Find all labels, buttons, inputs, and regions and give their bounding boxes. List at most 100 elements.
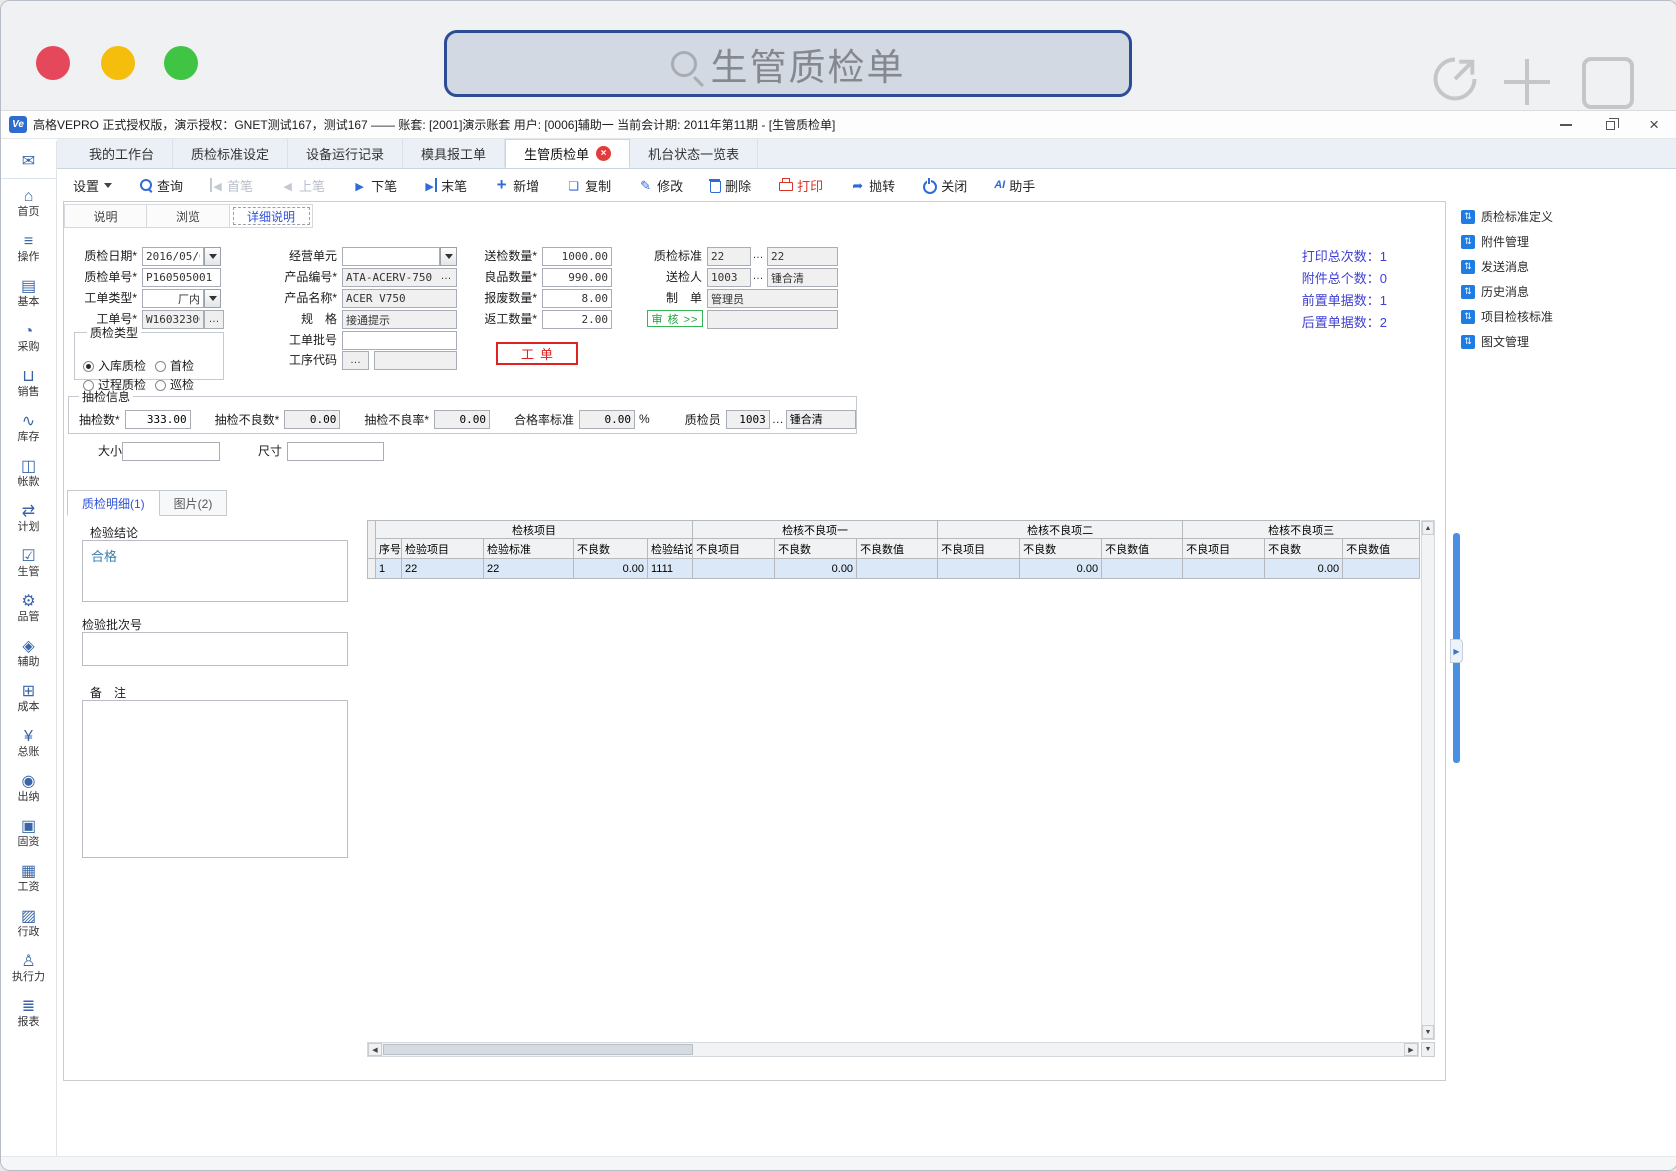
size-input[interactable] xyxy=(122,442,220,461)
tab-production-qc-form[interactable]: 生管质检单 xyxy=(505,139,630,168)
sidebar-item[interactable]: ◫ 帐款 xyxy=(1,451,56,496)
column-header[interactable]: 序号 xyxy=(376,539,402,559)
good-qty-input[interactable] xyxy=(542,268,612,287)
pass-std-input[interactable] xyxy=(579,410,635,429)
subtab-browse[interactable]: 浏览 xyxy=(147,204,230,228)
inspect-no-input[interactable] xyxy=(142,268,221,287)
cell-defect1-item[interactable] xyxy=(693,559,775,579)
sample-bad-input[interactable] xyxy=(284,410,340,429)
sidebar-item[interactable]: ⇄ 计划 xyxy=(1,496,56,541)
tab-equipment-run-record[interactable]: 设备运行记录 xyxy=(288,139,403,168)
qc-standard-lookup-icon[interactable]: … xyxy=(750,247,766,266)
qc-standard-name-input[interactable] xyxy=(767,247,838,266)
conclusion-box[interactable]: 合格 xyxy=(82,540,348,602)
column-header[interactable]: 不良项目 xyxy=(938,539,1020,559)
column-header[interactable]: 检验结论 xyxy=(648,539,693,559)
sidebar-item[interactable]: ▦ 工资 xyxy=(1,856,56,901)
close-icon[interactable]: × xyxy=(1649,118,1659,132)
tab-qc-standard-setting[interactable]: 质检标准设定 xyxy=(173,139,288,168)
subtab-detail[interactable]: 详细说明 xyxy=(230,204,313,228)
quick-link[interactable]: ⇅ 图文管理 xyxy=(1461,332,1553,351)
sidebar-item[interactable]: ⊔ 销售 xyxy=(1,361,56,406)
remark-box[interactable] xyxy=(82,700,348,858)
cell-defect-count[interactable]: 0.00 xyxy=(574,559,648,579)
business-unit-input[interactable] xyxy=(342,247,440,266)
column-header[interactable]: 不良数值 xyxy=(857,539,938,559)
sidebar-item[interactable]: ☑ 生管 xyxy=(1,541,56,586)
product-no-lookup-icon[interactable]: … xyxy=(438,268,454,287)
cell-defect3-count[interactable]: 0.00 xyxy=(1265,559,1343,579)
spec-input[interactable] xyxy=(342,310,457,329)
last-record-button[interactable]: 末笔 xyxy=(424,176,467,195)
scroll-right-icon[interactable]: ▶ xyxy=(1404,1043,1418,1056)
sender-name-input[interactable] xyxy=(767,268,838,287)
cell-defect1-count[interactable]: 0.00 xyxy=(775,559,857,579)
restore-icon[interactable] xyxy=(1606,121,1615,130)
cell-defect3-item[interactable] xyxy=(1183,559,1265,579)
inspect-date-input[interactable] xyxy=(142,247,204,266)
sender-code-input[interactable] xyxy=(707,268,751,287)
business-unit-dropdown-icon[interactable] xyxy=(440,247,457,266)
minimize-traffic-light[interactable] xyxy=(101,46,135,80)
qc-standard-code-input[interactable] xyxy=(707,247,751,266)
column-header[interactable]: 检验项目 xyxy=(402,539,484,559)
column-header[interactable]: 不良数 xyxy=(574,539,648,559)
sender-lookup-icon[interactable]: … xyxy=(750,268,766,287)
share-icon[interactable] xyxy=(1429,53,1481,105)
process-code-input[interactable] xyxy=(374,351,457,370)
sidebar-item[interactable]: ∿ 库存 xyxy=(1,406,56,451)
tab-overview-icon[interactable] xyxy=(1582,57,1634,109)
subtab-description[interactable]: 说明 xyxy=(64,204,147,228)
minimize-icon[interactable] xyxy=(1560,124,1572,126)
tab-machine-status-list[interactable]: 机台状态一览表 xyxy=(630,139,758,168)
sidebar-item[interactable]: ▨ 行政 xyxy=(1,901,56,946)
cell-defect2-value[interactable] xyxy=(1102,559,1183,579)
table-row[interactable]: 1 22 22 0.00 1111 0.00 0.00 0.00 xyxy=(368,559,1420,579)
order-type-input[interactable] xyxy=(142,289,204,308)
sidebar-item[interactable]: ◈ 辅助 xyxy=(1,631,56,676)
sidebar-item[interactable]: ◉ 出纳 xyxy=(1,766,56,811)
tab-mold-report[interactable]: 模具报工单 xyxy=(403,139,505,168)
sidebar-item[interactable]: ✉ xyxy=(1,145,56,179)
cell-defect2-item[interactable] xyxy=(938,559,1020,579)
sidebar-item[interactable]: ≡ 操作 xyxy=(1,226,56,271)
add-button[interactable]: 新增 xyxy=(494,176,539,195)
tab-my-workbench[interactable]: 我的工作台 xyxy=(71,139,173,168)
radio-inbound-qc[interactable]: 入库质检 xyxy=(83,357,146,374)
query-button[interactable]: 查询 xyxy=(139,176,183,195)
column-header[interactable]: 不良数 xyxy=(1265,539,1343,559)
sidebar-item[interactable]: ⊞ 成本 xyxy=(1,676,56,721)
bad-rate-input[interactable] xyxy=(434,410,490,429)
column-header[interactable]: 检验标准 xyxy=(484,539,574,559)
radio-first-inspection[interactable]: 首检 xyxy=(155,357,194,374)
cell-check-item[interactable]: 22 xyxy=(402,559,484,579)
sidebar-item[interactable]: ¥ 总账 xyxy=(1,721,56,766)
column-header[interactable]: 不良数 xyxy=(775,539,857,559)
close-tab-icon[interactable] xyxy=(596,146,611,161)
sidebar-item[interactable]: ▤ 基本 xyxy=(1,271,56,316)
column-header[interactable]: 不良项目 xyxy=(1183,539,1265,559)
column-header[interactable]: 不良数 xyxy=(1020,539,1102,559)
cell-defect3-value[interactable] xyxy=(1343,559,1420,579)
cell-seq[interactable]: 1 xyxy=(376,559,402,579)
vertical-scrollbar[interactable]: ▲ ▼ xyxy=(1421,520,1435,1040)
next-record-button[interactable]: 下笔 xyxy=(352,176,397,195)
scroll-up-icon[interactable]: ▲ xyxy=(1422,521,1434,535)
tab-qc-detail[interactable]: 质检明细(1) xyxy=(67,490,160,516)
inspector-code-input[interactable] xyxy=(726,410,770,429)
maker-input[interactable] xyxy=(707,289,838,308)
column-header[interactable]: 不良数值 xyxy=(1102,539,1183,559)
cell-defect1-value[interactable] xyxy=(857,559,938,579)
zoom-traffic-light[interactable] xyxy=(164,46,198,80)
sidebar-item[interactable]: ◔ 采购 xyxy=(1,316,56,361)
scrap-qty-input[interactable] xyxy=(542,289,612,308)
copy-button[interactable]: 复制 xyxy=(566,176,611,195)
inspect-date-dropdown-icon[interactable] xyxy=(204,247,221,266)
quick-link[interactable]: ⇅ 质检标准定义 xyxy=(1461,207,1553,226)
order-type-dropdown-icon[interactable] xyxy=(204,289,221,308)
cell-check-standard[interactable]: 22 xyxy=(484,559,574,579)
panel-expander-icon[interactable]: ▶ xyxy=(1450,639,1463,663)
dimension-input[interactable] xyxy=(287,442,384,461)
settings-button[interactable]: 设置 xyxy=(73,176,112,195)
inspector-lookup-icon[interactable]: … xyxy=(772,412,784,426)
